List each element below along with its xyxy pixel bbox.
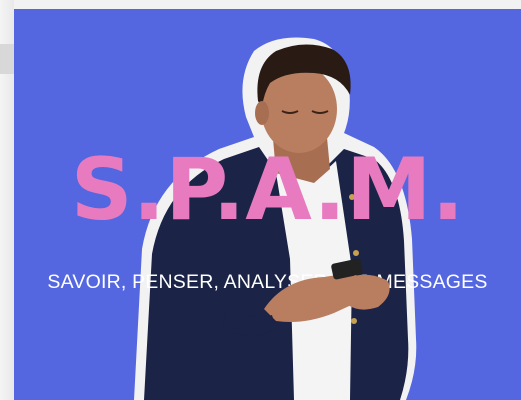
top-border xyxy=(0,0,521,9)
spam-subtitle: SAVOIR, PENSER, ANALYSER LES MESSAGES xyxy=(47,271,488,293)
ear xyxy=(255,101,269,125)
jacket-button xyxy=(351,318,357,324)
spam-banner-image: S.P.A.M. SAVOIR, PENSER, ANALYSER LES ME… xyxy=(14,9,521,400)
spam-title: S.P.A.M. xyxy=(70,140,465,240)
jacket-button xyxy=(353,250,359,256)
left-edge-shadow xyxy=(0,44,14,74)
